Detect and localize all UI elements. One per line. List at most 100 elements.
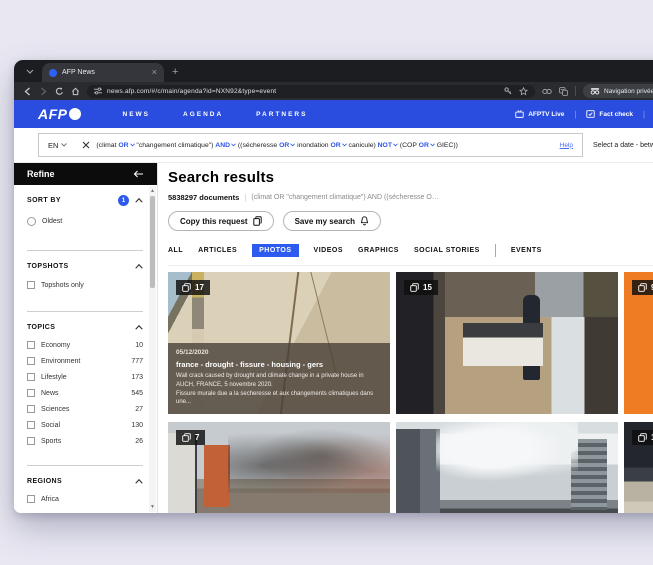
- result-tab[interactable]: VIDEOS: [314, 244, 343, 257]
- topic-count: 777: [131, 358, 143, 365]
- reload-icon[interactable]: [55, 87, 64, 96]
- browser-tab[interactable]: AFP News ×: [42, 63, 164, 82]
- regions-header[interactable]: REGIONS: [27, 478, 143, 485]
- regions-list: Africa: [27, 491, 143, 507]
- bookmark-star-icon[interactable]: [519, 87, 528, 96]
- query-segment: OR: [419, 142, 435, 149]
- photo-card[interactable]: 19: [624, 422, 653, 513]
- photo-stack-icon: [410, 283, 419, 292]
- topics-header[interactable]: TOPICS: [27, 324, 143, 331]
- afp-logo-circle-icon: [69, 108, 81, 120]
- photo-card[interactable]: [396, 422, 618, 513]
- checkbox-icon[interactable]: [27, 495, 35, 503]
- new-tab-button[interactable]: +: [172, 67, 178, 78]
- clear-search-icon[interactable]: [76, 141, 96, 149]
- checkbox-icon[interactable]: [27, 281, 35, 289]
- site-nav-item[interactable]: NEWS: [123, 111, 151, 118]
- radio-icon[interactable]: [27, 217, 36, 226]
- query-segment: (climat: [96, 142, 118, 149]
- chevron-up-icon[interactable]: [135, 325, 143, 330]
- copy-request-button[interactable]: Copy this request: [168, 211, 274, 231]
- topshots-header[interactable]: TOPSHOTS: [27, 263, 143, 270]
- photo-decoration: [204, 445, 231, 507]
- scrollbar-thumb[interactable]: [150, 196, 155, 288]
- topic-count: 545: [131, 390, 143, 397]
- scroll-down-icon[interactable]: ▼: [149, 504, 156, 510]
- query-segment: "changement climatique"): [135, 142, 216, 149]
- tab-search-button[interactable]: [22, 64, 38, 79]
- key-icon[interactable]: [504, 87, 512, 95]
- photo-count-badge: 9: [632, 280, 653, 295]
- topshots-options: Topshots only: [27, 281, 143, 289]
- checkbox-icon[interactable]: [27, 341, 35, 349]
- checkbox-icon[interactable]: [27, 437, 35, 445]
- search-box[interactable]: EN (climat OR "changement climatique") A…: [38, 133, 583, 157]
- sort-option-label: Oldest: [42, 218, 62, 225]
- search-query[interactable]: (climat OR "changement climatique") AND …: [96, 142, 457, 149]
- topic-label: News: [41, 390, 59, 397]
- site-nav: NEWS AGENDA PARTNERS: [123, 111, 308, 118]
- photo-card[interactable]: 7: [168, 422, 390, 513]
- site-utility-nav: AFPTV Live | Fact check | Correspo: [515, 110, 653, 119]
- region-filter-row[interactable]: Africa: [27, 491, 143, 507]
- result-tab[interactable]: ALL: [168, 244, 183, 257]
- refine-sidebar: Refine SORT BY 1 Oldest TOPS: [14, 163, 158, 513]
- translate-icon[interactable]: [559, 87, 568, 96]
- photo-title: france - drought - fissure - housing - g…: [176, 360, 382, 369]
- site-nav-item[interactable]: AGENDA: [183, 111, 223, 118]
- incognito-label: Navigation privée: [604, 88, 653, 95]
- site-settings-icon[interactable]: [94, 87, 102, 95]
- result-tab[interactable]: SOCIAL STORIES: [414, 244, 480, 257]
- chevron-up-icon[interactable]: [135, 479, 143, 484]
- photo-card[interactable]: 9: [624, 272, 653, 414]
- checkbox-icon[interactable]: [27, 421, 35, 429]
- tab-close-icon[interactable]: ×: [152, 68, 157, 77]
- sort-option-oldest[interactable]: Oldest: [27, 217, 143, 226]
- home-icon[interactable]: [71, 87, 80, 96]
- topshots-only-checkbox-row[interactable]: Topshots only: [27, 281, 143, 289]
- sort-by-header[interactable]: SORT BY 1: [27, 195, 143, 206]
- collapse-arrow-icon[interactable]: [133, 170, 144, 178]
- chevron-up-icon[interactable]: [135, 264, 143, 269]
- topic-filter-row[interactable]: News 545: [27, 385, 143, 401]
- result-tab[interactable]: PHOTOS: [252, 244, 298, 257]
- sort-options: Oldest: [27, 217, 143, 226]
- topic-filter-row[interactable]: Economy 10: [27, 337, 143, 353]
- result-type-tabs: ALL ARTICLES PHOTOS VIDEOS GRAPHICS SOCIAL ST…: [168, 241, 653, 266]
- fact-check-link[interactable]: Fact check: [586, 110, 633, 118]
- url-bar[interactable]: news.afp.com/#/c/main/agenda?id=NXN92&ty…: [87, 85, 535, 98]
- site-nav-item[interactable]: PARTNERS: [256, 111, 307, 118]
- topic-label: Sciences: [41, 406, 69, 413]
- document-count: 5838297 documents: [168, 193, 239, 202]
- search-row: EN (climat OR "changement climatique") A…: [14, 128, 653, 163]
- topic-filter-row[interactable]: Sports 26: [27, 433, 143, 449]
- result-tab[interactable]: EVENTS: [495, 241, 542, 260]
- topic-count: 26: [135, 438, 143, 445]
- photo-card[interactable]: 15: [396, 272, 618, 414]
- language-selector[interactable]: EN: [39, 141, 76, 150]
- topshots-option-label: Topshots only: [41, 282, 84, 289]
- topic-filter-row[interactable]: Environment 777: [27, 353, 143, 369]
- save-search-button[interactable]: Save my search: [283, 211, 382, 231]
- sidebar-scrollbar[interactable]: ▲ ▼: [149, 186, 156, 512]
- result-tab[interactable]: GRAPHICS: [358, 244, 399, 257]
- topic-filter-row[interactable]: Social 130: [27, 417, 143, 433]
- checkbox-icon[interactable]: [27, 389, 35, 397]
- checkbox-icon[interactable]: [27, 405, 35, 413]
- checkbox-icon[interactable]: [27, 357, 35, 365]
- photo-card[interactable]: 17 05/12/2020 france - drought - fissure…: [168, 272, 390, 414]
- scroll-up-icon[interactable]: ▲: [149, 188, 156, 194]
- help-link[interactable]: Help: [560, 142, 582, 149]
- afptv-live-link[interactable]: AFPTV Live: [515, 110, 564, 118]
- forward-icon[interactable]: [39, 87, 48, 96]
- topic-filter-row[interactable]: Sciences 27: [27, 401, 143, 417]
- result-tab[interactable]: ARTICLES: [198, 244, 237, 257]
- checkbox-icon[interactable]: [27, 373, 35, 381]
- topic-filter-row[interactable]: Lifestyle 173: [27, 369, 143, 385]
- link-icon[interactable]: [542, 88, 552, 95]
- afp-logo[interactable]: AFP: [38, 106, 81, 122]
- photo-count-badge: 15: [404, 280, 438, 295]
- date-picker[interactable]: Select a date - between: [593, 142, 653, 149]
- chevron-up-icon[interactable]: [135, 198, 143, 203]
- back-icon[interactable]: [23, 87, 32, 96]
